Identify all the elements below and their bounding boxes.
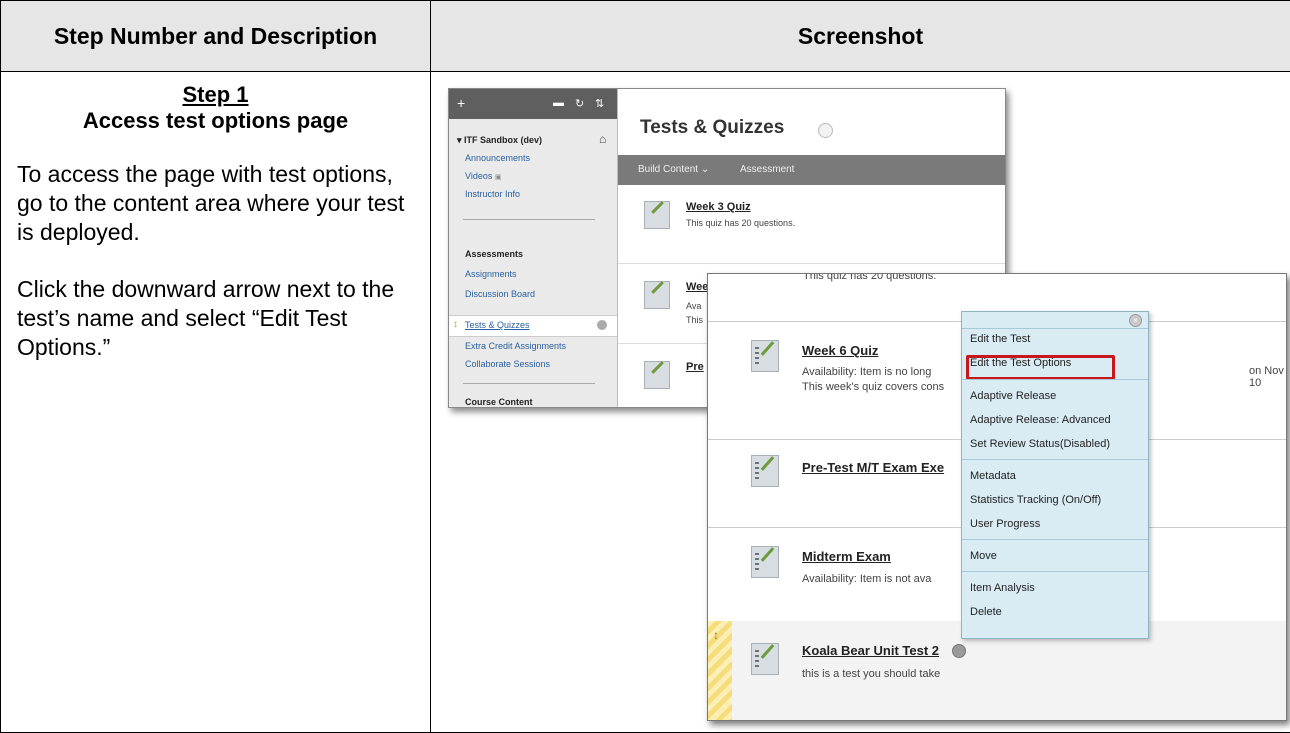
menu-link-collaborate[interactable]: Collaborate Sessions [465,359,550,369]
chevron-down-icon[interactable] [818,123,833,138]
menu-link-discussion-board[interactable]: Discussion Board [465,289,535,299]
drag-handle-stripe[interactable] [708,621,732,720]
item-desc-week6: This [686,315,703,325]
item-title-week6[interactable]: Wee [686,281,708,293]
menu-divider [463,219,595,220]
test-icon [644,281,670,309]
item-avail-date: on Nov 10 [1249,365,1286,389]
course-title[interactable]: ▾ ITF Sandbox (dev) [457,135,542,146]
chevron-down-icon[interactable] [952,644,966,658]
test-icon [751,340,779,372]
menu-separator [962,571,1148,572]
menu-item-user-progress[interactable]: User Progress [962,515,1148,535]
item-separator [618,263,1005,264]
chevron-down-icon[interactable] [597,320,607,330]
external-link-icon: ▣ [495,174,502,181]
item-desc-previous: This quiz has 20 questions. [803,273,936,282]
refresh-icon[interactable]: ↻ [575,97,584,110]
menu-link-instructor-info[interactable]: Instructor Info [465,189,520,199]
menu-separator [962,539,1148,540]
test-icon [644,201,670,229]
menu-separator [962,459,1148,460]
context-menu: × Edit the Test Edit the Test Options Ad… [961,311,1149,639]
menu-item-statistics-tracking[interactable]: Statistics Tracking (On/Off) [962,491,1148,511]
menu-section-course-content: Course Content [465,397,533,407]
menu-link-extra-credit[interactable]: Extra Credit Assignments [465,341,566,351]
item-title-week3[interactable]: Week 3 Quiz [686,201,751,213]
step-label: Step 1 [17,82,414,108]
close-icon[interactable]: × [1129,314,1142,327]
drag-handle-icon[interactable]: ↕ [453,319,458,330]
item-desc-week3: This quiz has 20 questions. [686,218,795,228]
sort-icon[interactable]: ⇅ [595,97,604,110]
test-icon [751,546,779,578]
course-menu-toolbar: + ▬ ↻ ⇅ [449,89,617,119]
menu-item-move[interactable]: Move [962,547,1148,567]
item-avail-week6: Availability: Item is no long [802,366,931,378]
menu-section-assessments: Assessments [465,249,523,259]
home-icon[interactable]: ⌂ [599,132,606,146]
item-avail-week6: Ava [686,301,701,311]
action-bar: Build Content ⌄ Assessment [618,155,1005,185]
item-title-koala[interactable]: Koala Bear Unit Test 2 [802,643,939,658]
menu-item-adaptive-release[interactable]: Adaptive Release [962,387,1148,407]
menu-link-announcements[interactable]: Announcements [465,153,530,163]
test-icon [644,361,670,389]
item-title-pretest[interactable]: Pre [686,361,704,373]
menu-separator [962,379,1148,380]
screenshot-context-menu: This quiz has 20 questions. Week 6 Quiz … [707,273,1287,721]
item-avail-midterm: Availability: Item is not ava [802,573,931,585]
drag-handle-icon[interactable]: ↕ [713,628,719,642]
add-menu-item-icon[interactable]: + [457,95,465,111]
item-desc-koala: this is a test you should take [802,668,940,680]
build-content-button[interactable]: Build Content ⌄ [638,164,709,175]
page-title: Tests & Quizzes [640,117,784,139]
item-desc-week6: This week's quiz covers cons [802,381,944,393]
course-menu: + ▬ ↻ ⇅ ▾ ITF Sandbox (dev) ⌂ Announceme… [449,89,618,407]
menu-item-delete[interactable]: Delete [962,603,1148,623]
step-paragraph-1: To access the page with test options, go… [17,160,414,247]
menu-link-assignments[interactable]: Assignments [465,269,517,279]
item-title-pretest[interactable]: Pre-Test M/T Exam Exe [802,460,944,475]
step-title: Access test options page [17,108,414,134]
menu-item-set-review-status[interactable]: Set Review Status(Disabled) [962,435,1148,455]
menu-item-adaptive-release-advanced[interactable]: Adaptive Release: Advanced [962,411,1148,431]
item-title-midterm[interactable]: Midterm Exam [802,549,891,564]
menu-item-metadata[interactable]: Metadata [962,467,1148,487]
menu-link-tests-quizzes[interactable]: ↕ Tests & Quizzes [449,315,617,337]
menu-item-item-analysis[interactable]: Item Analysis [962,579,1148,599]
header-screenshot: Screenshot [431,1,1290,72]
menu-link-videos[interactable]: Videos ▣ [465,171,502,181]
test-icon [751,455,779,487]
header-step-description: Step Number and Description [1,1,431,72]
assessments-button[interactable]: Assessment [740,164,794,175]
step-description-cell: Step 1 Access test options page To acces… [1,72,431,733]
highlight-box [966,355,1115,380]
menu-divider [463,383,595,384]
step-paragraph-2: Click the downward arrow next to the tes… [17,275,414,362]
context-menu-header: × [962,312,1148,329]
folder-view-icon[interactable]: ▬ [553,97,564,109]
menu-item-edit-test[interactable]: Edit the Test [962,330,1148,350]
test-icon [751,643,779,675]
item-title-week6[interactable]: Week 6 Quiz [802,343,878,358]
